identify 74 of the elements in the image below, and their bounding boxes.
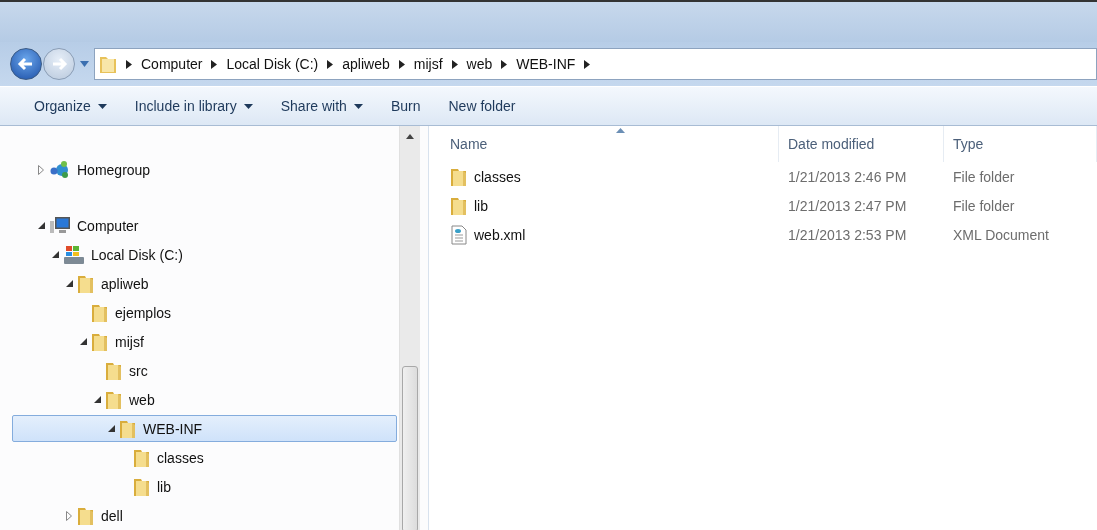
folder-icon xyxy=(105,389,123,410)
tree-item[interactable]: Computer xyxy=(12,212,397,239)
tree-item[interactable]: Homegroup xyxy=(12,156,397,183)
document-icon xyxy=(450,224,468,245)
folder-icon xyxy=(91,302,109,323)
tree-item[interactable]: Local Disk (C:) xyxy=(12,241,397,268)
breadcrumb-item[interactable]: WEB-INF xyxy=(516,56,576,72)
file-name[interactable]: lib xyxy=(474,197,488,214)
expanded-triangle-icon[interactable] xyxy=(93,396,101,403)
address-bar[interactable]: Computer Local Disk (C:) apliweb mijsf web WEB-INF xyxy=(94,48,1097,80)
chevron-icon[interactable] xyxy=(126,59,132,69)
toolbar-button[interactable]: Include in library xyxy=(120,94,267,118)
toolbar-button[interactable]: Burn xyxy=(376,94,435,118)
folder-icon xyxy=(450,166,468,187)
folder-icon xyxy=(133,447,151,468)
file-type: XML Document xyxy=(953,226,1049,243)
breadcrumb-item[interactable]: Local Disk (C:) xyxy=(226,56,319,72)
computer-icon xyxy=(49,215,71,236)
expanded-triangle-icon[interactable] xyxy=(107,425,115,432)
collapsed-triangle-icon[interactable] xyxy=(66,510,72,521)
chevron-icon[interactable] xyxy=(327,59,334,69)
column-header[interactable]: Date modified xyxy=(779,126,944,162)
file-name[interactable]: web.xml xyxy=(474,226,526,243)
chevron-icon[interactable] xyxy=(398,59,405,69)
breadcrumb-item[interactable]: mijsf xyxy=(413,56,443,72)
column-header[interactable]: Type xyxy=(944,126,1097,162)
breadcrumb-item[interactable]: apliweb xyxy=(342,56,390,72)
toolbar-button[interactable]: Organize xyxy=(20,94,121,118)
date-modified: 1/21/2013 2:46 PM xyxy=(788,168,907,185)
scroll-up-icon[interactable] xyxy=(406,134,414,139)
back-button[interactable] xyxy=(10,48,42,80)
scrollbar[interactable] xyxy=(399,126,420,530)
tree-item[interactable]: mijsf xyxy=(12,328,397,355)
tree-item[interactable]: dell xyxy=(12,502,397,529)
tree-item[interactable]: web xyxy=(12,386,397,413)
tree-item[interactable]: classes xyxy=(12,444,397,471)
date-modified: 1/21/2013 2:47 PM xyxy=(788,197,907,214)
caret-icon xyxy=(353,103,363,109)
chevron-icon[interactable] xyxy=(211,59,218,69)
file-type: File folder xyxy=(953,168,1015,185)
expanded-triangle-icon[interactable] xyxy=(51,251,59,258)
network-icon xyxy=(49,159,71,180)
date-modified: 1/21/2013 2:53 PM xyxy=(788,226,907,243)
expanded-triangle-icon[interactable] xyxy=(37,222,45,229)
folder-icon xyxy=(91,331,109,352)
breadcrumb-item[interactable]: Computer xyxy=(141,56,203,72)
folder-icon xyxy=(133,476,151,497)
folder-icon xyxy=(119,418,137,439)
caret-icon xyxy=(97,103,107,109)
chevron-icon[interactable] xyxy=(451,59,458,69)
recent-pages-caret-icon[interactable] xyxy=(80,61,89,67)
folder-icon xyxy=(450,195,468,216)
sort-arrow-icon xyxy=(616,128,625,133)
folder-icon xyxy=(77,505,95,526)
expanded-triangle-icon[interactable] xyxy=(79,338,87,345)
file-name[interactable]: classes xyxy=(474,168,521,185)
folder-icon xyxy=(105,360,123,381)
toolbar-button[interactable]: Share with xyxy=(266,94,377,118)
chevron-icon[interactable] xyxy=(584,59,591,69)
tree-item[interactable]: ejemplos xyxy=(12,299,397,326)
collapsed-triangle-icon[interactable] xyxy=(38,164,44,175)
toolbar-button[interactable]: New folder xyxy=(434,94,530,118)
chevron-icon[interactable] xyxy=(501,59,508,69)
tree-item[interactable]: WEB-INF xyxy=(12,415,397,442)
folder-icon xyxy=(99,54,117,74)
caret-icon xyxy=(243,103,253,109)
tree-item[interactable]: lib xyxy=(12,473,397,500)
file-type: File folder xyxy=(953,197,1015,214)
folder-icon xyxy=(77,273,95,294)
tree-item[interactable]: apliweb xyxy=(12,270,397,297)
breadcrumb-item[interactable]: web xyxy=(466,56,493,72)
disk-drive-icon xyxy=(63,244,85,265)
tree-item[interactable]: src xyxy=(12,357,397,384)
expanded-triangle-icon[interactable] xyxy=(65,280,73,287)
